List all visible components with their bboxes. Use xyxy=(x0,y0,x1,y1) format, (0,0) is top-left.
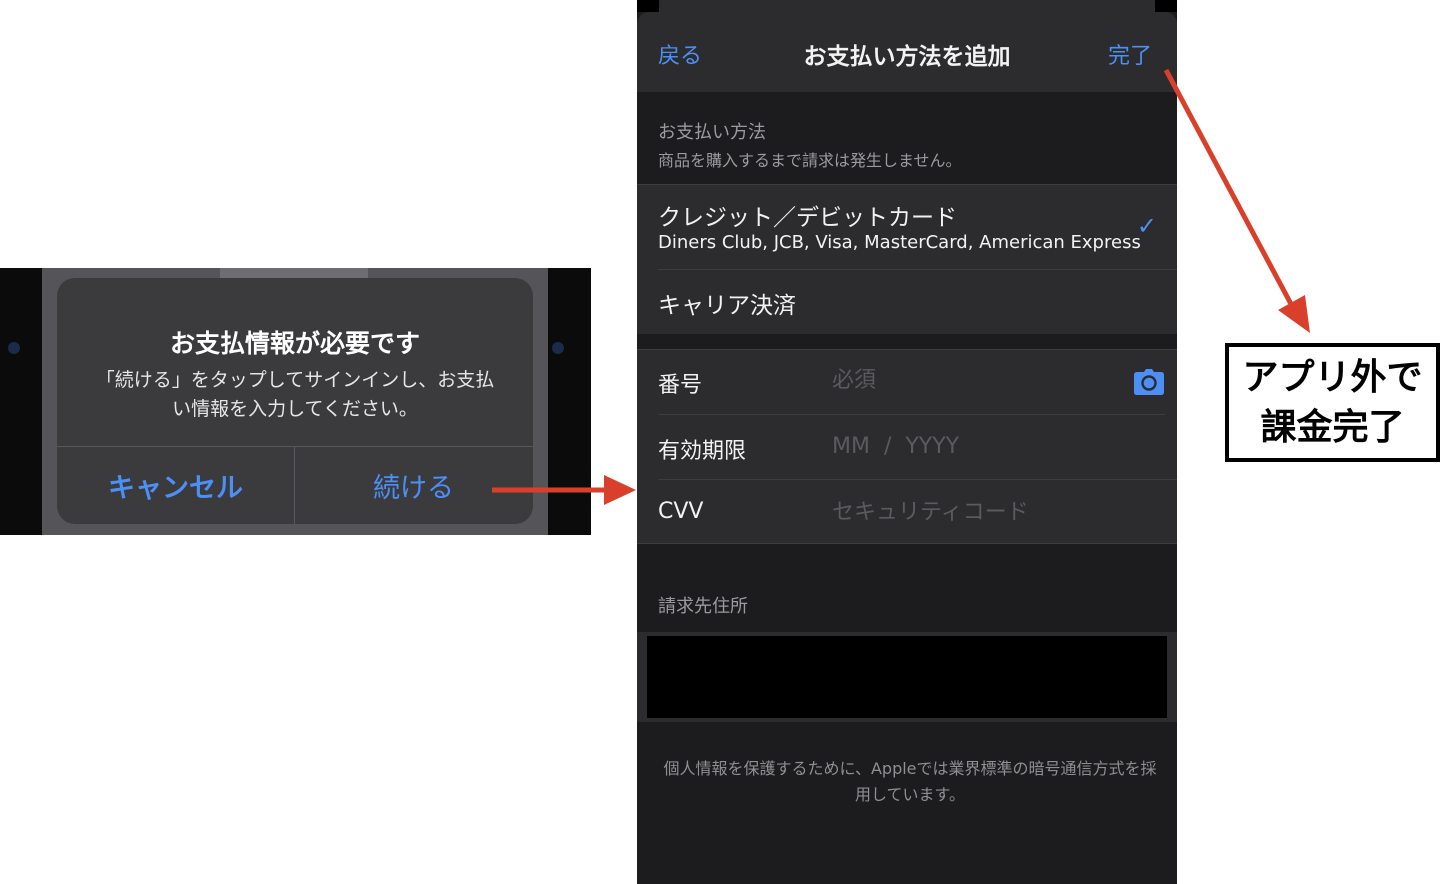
method-label: クレジット／デビットカード xyxy=(658,205,957,231)
background-dot xyxy=(8,342,20,354)
billing-address-header: 請求先住所 xyxy=(658,596,748,617)
payment-required-screenshot: お支払情報が必要です 「続ける」をタップしてサインインし、お支払い情報を入力して… xyxy=(0,268,591,535)
camera-icon[interactable] xyxy=(1133,369,1165,395)
page-title: お支払い方法を追加 xyxy=(803,44,1011,70)
privacy-note: 個人情報を保護するために、Appleでは業界標準の暗号通信方式を採用しています。 xyxy=(663,759,1157,804)
cvv-label: CVV xyxy=(658,499,704,524)
callout-line: アプリ外で xyxy=(1242,356,1423,398)
navigation-bar: 戻る お支払い方法を追加 完了 xyxy=(637,12,1177,92)
add-payment-method-screen: 戻る お支払い方法を追加 完了 お支払い方法 商品を購入するまで請求は発生しませ… xyxy=(637,0,1177,884)
arrow-to-callout xyxy=(1163,68,1310,333)
cancel-button[interactable]: キャンセル xyxy=(57,447,294,524)
payment-method-list: クレジット／デビットカード Diners Club, JCB, Visa, Ma… xyxy=(637,184,1177,334)
card-number-label: 番号 xyxy=(658,373,703,398)
callout-line: 課金完了 xyxy=(1260,406,1405,448)
cvv-input[interactable] xyxy=(832,500,1112,525)
method-sublabel: Diners Club, JCB, Visa, MasterCard, Amer… xyxy=(658,232,1141,253)
billing-address-redacted[interactable] xyxy=(647,636,1167,718)
payment-method-section-header: お支払い方法 xyxy=(658,122,766,143)
expiry-input[interactable] xyxy=(832,434,1112,459)
done-button[interactable]: 完了 xyxy=(1108,38,1152,70)
card-number-input[interactable] xyxy=(832,368,1112,393)
continue-button[interactable]: 続ける xyxy=(295,447,532,524)
background-dot xyxy=(552,342,564,354)
purchase-outside-app-callout: アプリ外で 課金完了 xyxy=(1225,343,1440,462)
top-strip xyxy=(637,0,1177,12)
alert-message: 「続ける」をタップしてサインインし、お支払い情報を入力してください。 xyxy=(95,369,495,420)
payment-method-section-subheader: 商品を購入するまで請求は発生しません。 xyxy=(658,151,962,170)
checkmark-icon: ✓ xyxy=(1136,212,1157,240)
alert-title: お支払情報が必要です xyxy=(169,329,420,358)
card-details-form: 番号 有効期限 CVV xyxy=(637,349,1177,544)
method-carrier-billing[interactable]: キャリア決済 xyxy=(637,270,1177,334)
method-label: キャリア決済 xyxy=(658,293,796,319)
payment-required-alert: お支払情報が必要です 「続ける」をタップしてサインインし、お支払い情報を入力して… xyxy=(57,278,533,524)
method-credit-card[interactable]: クレジット／デビットカード Diners Club, JCB, Visa, Ma… xyxy=(637,184,1177,269)
expiry-label: 有効期限 xyxy=(658,439,747,464)
